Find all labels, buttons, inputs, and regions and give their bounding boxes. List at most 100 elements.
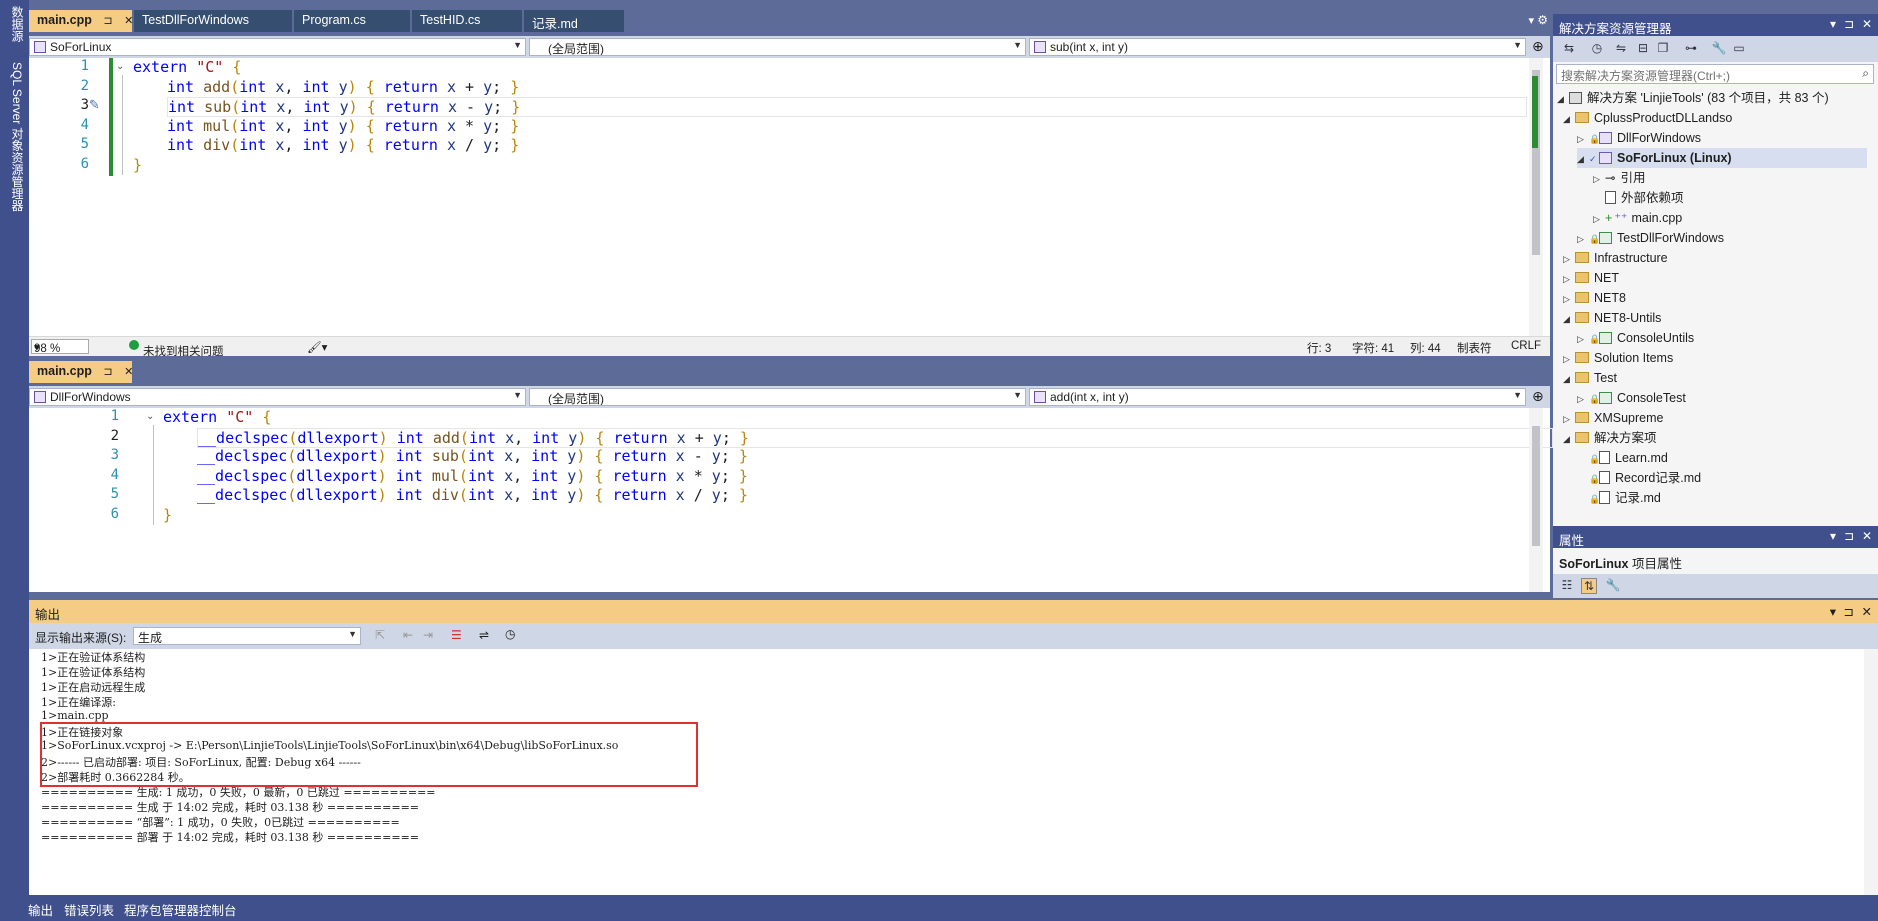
- tree-item-external-deps[interactable]: 外部依赖项: [1605, 188, 1684, 208]
- dropdown-icon[interactable]: ▾: [1830, 17, 1836, 31]
- close-icon[interactable]: ✕: [1862, 604, 1872, 619]
- clock-icon[interactable]: ◷: [505, 627, 515, 641]
- code-line-current[interactable]: __declspec(dllexport) int add(int x, int…: [197, 428, 1553, 448]
- code-line[interactable]: __declspec(dllexport) int mul(int x, int…: [197, 467, 748, 485]
- tree-item-folder[interactable]: ▷ NET: [1563, 268, 1619, 288]
- code-line[interactable]: int mul(int x, int y) { return x * y; }: [167, 117, 519, 135]
- code-line[interactable]: extern "C" {: [133, 58, 241, 76]
- scrollbar-thumb[interactable]: [1532, 426, 1540, 546]
- wrench-icon[interactable]: 🔧: [1605, 578, 1621, 594]
- vertical-scrollbar[interactable]: [1529, 58, 1543, 336]
- scope-combo[interactable]: (全局范围) ▼: [529, 388, 1026, 406]
- find-message-icon[interactable]: ⇱: [375, 628, 385, 642]
- tree-item-md[interactable]: 🔒 Learn.md: [1589, 448, 1668, 468]
- word-wrap-icon[interactable]: ⇌: [479, 628, 489, 642]
- code-line[interactable]: int add(int x, int y) { return x + y; }: [167, 78, 519, 96]
- tree-item-folder[interactable]: ◢ 解决方案项: [1563, 428, 1657, 448]
- tree-item-project-selected[interactable]: ◢ ✓ SoForLinux (Linux): [1577, 148, 1867, 168]
- tree-item-folder[interactable]: ▷ XMSupreme: [1563, 408, 1663, 428]
- code-editor-1[interactable]: ⌄ ✎ 1 2 3 4 5 6 extern "C" { int add(int…: [29, 58, 1550, 336]
- collapse-icon[interactable]: ⌄: [146, 411, 154, 422]
- code-line[interactable]: int div(int x, int y) { return x / y; }: [167, 136, 519, 154]
- project-combo[interactable]: DllForWindows ▼: [29, 388, 526, 406]
- tab-indicator[interactable]: 制表符: [1457, 340, 1492, 356]
- pin-icon[interactable]: ⊐: [1844, 529, 1854, 543]
- output-vertical-scrollbar[interactable]: [1864, 649, 1878, 895]
- tree-item-project[interactable]: ▷ 🔒 DllForWindows: [1577, 128, 1701, 148]
- tree-item-folder[interactable]: ◢ Test: [1563, 368, 1617, 388]
- split-editor-icon[interactable]: ⊕: [1532, 38, 1544, 55]
- tab-main-cpp[interactable]: main.cpp ⊐ ✕: [29, 10, 133, 32]
- tab-error-list[interactable]: 错误列表: [64, 900, 114, 919]
- pin-icon[interactable]: ⊐: [103, 14, 112, 27]
- col-indicator[interactable]: 列: 44: [1410, 340, 1441, 356]
- tree-item-folder[interactable]: ▷ Infrastructure: [1563, 248, 1668, 268]
- pending-changes-icon[interactable]: ⊶: [1683, 41, 1699, 57]
- vertical-scrollbar[interactable]: [1529, 408, 1543, 592]
- tree-item-md[interactable]: 🔒 Record记录.md: [1589, 468, 1701, 488]
- char-indicator[interactable]: 字符: 41: [1352, 340, 1394, 356]
- tree-item-project[interactable]: ▷ 🔒 ConsoleTest: [1577, 388, 1686, 408]
- pin-icon[interactable]: ⊐: [103, 365, 112, 378]
- tree-item-file[interactable]: ▷ + ⁺⁺ main.cpp: [1593, 208, 1682, 228]
- data-sources-tab[interactable]: 数据源: [4, 6, 26, 42]
- quick-action-icon[interactable]: ✎: [89, 97, 100, 113]
- clear-all-icon[interactable]: ☰: [451, 628, 462, 642]
- code-line[interactable]: __declspec(dllexport) int sub(int x, int…: [197, 447, 748, 465]
- preview-icon[interactable]: ▭: [1731, 41, 1747, 57]
- code-line-current[interactable]: int sub(int x, int y) { return x - y; }: [167, 97, 1527, 117]
- tree-item-folder[interactable]: ◢ NET8-Untils: [1563, 308, 1661, 328]
- tab-testhid-cs[interactable]: TestHID.cs: [412, 10, 522, 32]
- tab-list-dropdown-icon[interactable]: ▾: [1528, 14, 1534, 27]
- history-icon[interactable]: ◷: [1589, 41, 1605, 57]
- previous-message-icon[interactable]: ⇤: [403, 628, 413, 642]
- solution-search-input[interactable]: 搜索解决方案资源管理器(Ctrl+;) ⌕: [1556, 64, 1874, 84]
- sql-server-explorer-tab[interactable]: SQL Server 对象资源管理器: [4, 62, 26, 212]
- code-line[interactable]: __declspec(dllexport) int div(int x, int…: [197, 486, 748, 504]
- tab-package-manager-console[interactable]: 程序包管理器控制台: [124, 900, 237, 919]
- tab-program-cs[interactable]: Program.cs: [294, 10, 410, 32]
- tree-item-folder[interactable]: ▷ Solution Items: [1563, 348, 1673, 368]
- search-icon[interactable]: ⌕: [1862, 66, 1869, 81]
- line-indicator[interactable]: 行: 3: [1307, 340, 1331, 356]
- issues-indicator[interactable]: 未找到相关问题: [129, 340, 224, 358]
- tree-item-folder[interactable]: ◢ CplussProductDLLandso: [1563, 108, 1732, 128]
- wrench-icon[interactable]: 🔧: [1711, 41, 1727, 57]
- zoom-combo[interactable]: 98 % ▾: [31, 339, 89, 355]
- close-icon[interactable]: ✕: [1862, 17, 1872, 31]
- tree-item-md[interactable]: 🔒 记录.md: [1589, 488, 1661, 508]
- collapse-all-icon[interactable]: ⊟: [1635, 41, 1651, 57]
- close-icon[interactable]: ✕: [1862, 529, 1872, 543]
- pin-icon[interactable]: ⊐: [1844, 604, 1854, 619]
- code-line[interactable]: extern "C" {: [163, 408, 271, 426]
- tree-item-references[interactable]: ▷ ⊸ 引用: [1593, 168, 1646, 188]
- member-combo[interactable]: add(int x, int y) ▼: [1029, 388, 1526, 406]
- split-editor-icon[interactable]: ⊕: [1532, 388, 1544, 405]
- tree-item-folder[interactable]: ▷ NET8: [1563, 288, 1626, 308]
- gear-icon[interactable]: ⚙: [1537, 13, 1548, 27]
- tab-record-md[interactable]: 记录.md: [524, 10, 624, 32]
- project-combo[interactable]: SoForLinux ▼: [29, 38, 526, 56]
- tab-main-cpp-2[interactable]: main.cpp ⊐ ✕: [29, 361, 133, 383]
- dropdown-icon[interactable]: ▾: [1830, 604, 1836, 619]
- sync-icon[interactable]: ⇆: [1561, 41, 1577, 57]
- tab-output[interactable]: 输出: [28, 900, 53, 919]
- output-text-area[interactable]: 1>正在验证体系结构 1>正在验证体系结构 1>正在启动远程生成 1>正在编译源…: [29, 649, 1878, 895]
- categorized-icon[interactable]: ☷: [1559, 578, 1575, 594]
- code-cleanup-icon[interactable]: 🖌▾: [307, 340, 327, 354]
- switch-views-icon[interactable]: ⇋: [1613, 41, 1629, 57]
- collapse-icon[interactable]: ⌄: [116, 61, 124, 72]
- tree-item-solution[interactable]: ◢ 解决方案 'LinjieTools' (83 个项目，共 83 个): [1557, 88, 1829, 108]
- next-message-icon[interactable]: ⇥: [423, 628, 433, 642]
- code-line[interactable]: }: [163, 506, 172, 524]
- tree-item-project[interactable]: ▷ 🔒 TestDllForWindows: [1577, 228, 1724, 248]
- output-source-select[interactable]: 生成 ▼: [133, 627, 361, 645]
- scope-combo[interactable]: (全局范围) ▼: [529, 38, 1026, 56]
- pin-icon[interactable]: ⊐: [1844, 17, 1854, 31]
- tree-item-project[interactable]: ▷ 🔒 ConsoleUntils: [1577, 328, 1694, 348]
- eol-indicator[interactable]: CRLF: [1511, 340, 1541, 352]
- alphabetical-icon[interactable]: ⇅: [1581, 578, 1597, 594]
- member-combo[interactable]: sub(int x, int y) ▼: [1029, 38, 1526, 56]
- tab-testdllforwindows[interactable]: TestDllForWindows: [134, 10, 292, 32]
- close-icon[interactable]: ✕: [124, 365, 133, 378]
